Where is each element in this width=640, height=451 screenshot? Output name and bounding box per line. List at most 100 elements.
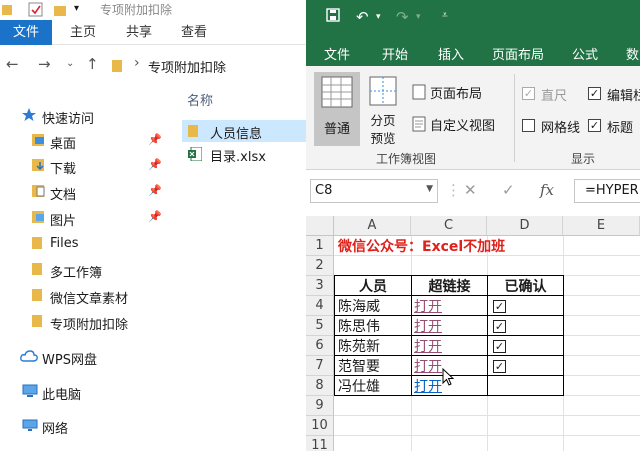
tab-home[interactable]: 主页 (70, 20, 96, 45)
nav-item-wps-drive[interactable]: WPS网盘 (0, 345, 170, 369)
row-header-10[interactable]: 10 (306, 416, 334, 436)
pin-icon[interactable]: 📌 (148, 133, 162, 146)
tab-page-layout[interactable]: 页面布局 (492, 44, 544, 63)
nav-item-desktop[interactable]: 桌面 📌 (0, 129, 170, 153)
cell-hyperlink[interactable]: 打开 (414, 377, 442, 397)
cell-a1-title[interactable]: 微信公众号：Excel不加班 (338, 237, 505, 257)
nav-item-workbooks[interactable]: 多工作簿 (0, 258, 170, 282)
column-header-a[interactable]: A (334, 216, 411, 236)
nav-item-files[interactable]: Files (0, 232, 170, 256)
nav-item-network[interactable]: 网络 (0, 414, 170, 438)
breadcrumb-chevron-icon[interactable]: › (134, 55, 140, 71)
pin-icon[interactable]: 📌 (148, 158, 162, 171)
headings-checkbox[interactable]: ✓ 标题 (588, 116, 640, 136)
cell-hyperlink[interactable]: 打开 (414, 317, 442, 337)
customize-qat-icon[interactable]: ▾ (74, 3, 79, 18)
checkmark-icon[interactable]: ✓ (493, 300, 506, 313)
nav-item-downloads[interactable]: 下载 📌 (0, 154, 170, 178)
column-header-name[interactable]: 名称 (187, 90, 213, 109)
tab-share[interactable]: 共享 (126, 20, 152, 45)
forward-arrow-icon[interactable]: → (38, 55, 51, 73)
tab-start[interactable]: 开始 (382, 44, 408, 63)
address-path[interactable]: 专项附加扣除 (148, 57, 226, 76)
pin-icon[interactable]: 📌 (148, 210, 162, 223)
nav-item-special-deduction[interactable]: 专项附加扣除 (0, 310, 170, 334)
cancel-icon[interactable]: ✕ (464, 181, 477, 199)
tab-view[interactable]: 查看 (181, 20, 207, 45)
row-header-6[interactable]: 6 (306, 336, 334, 356)
gridline (334, 435, 640, 436)
formula-bar-checkbox[interactable]: ✓ 编辑栏 (588, 84, 640, 104)
nav-item-this-pc[interactable]: 此电脑 (0, 380, 170, 404)
formula-input[interactable]: =HYPERLINK( (574, 179, 640, 203)
cell-header-link[interactable]: 超链接 (412, 277, 487, 297)
cell-person-name[interactable]: 范智要 (338, 357, 380, 377)
cell-hyperlink[interactable]: 打开 (414, 357, 442, 377)
up-arrow-icon[interactable]: ↑ (86, 55, 99, 73)
nav-item-documents[interactable]: 文档 📌 (0, 180, 170, 204)
folder-icon[interactable] (2, 2, 12, 17)
cell-person-name[interactable]: 冯仕雄 (338, 377, 380, 397)
custom-views-button[interactable]: 自定义视图 (410, 114, 514, 136)
save-icon[interactable] (326, 8, 340, 26)
tab-file[interactable]: 文件 (0, 20, 52, 45)
tab-data[interactable]: 数 (626, 44, 639, 63)
row-header-8[interactable]: 8 (306, 376, 334, 396)
checkmark-icon[interactable]: ✓ (493, 320, 506, 333)
row-header-4[interactable]: 4 (306, 296, 334, 316)
properties-icon[interactable] (28, 2, 44, 17)
row-header-7[interactable]: 7 (306, 356, 334, 376)
cell-person-name[interactable]: 陈海威 (338, 297, 380, 317)
new-folder-icon[interactable] (54, 2, 66, 17)
cell-person-name[interactable]: 陈思伟 (338, 317, 380, 337)
enter-icon[interactable]: ✓ (502, 181, 515, 199)
column-header-e[interactable]: E (563, 216, 640, 236)
nav-item-wechat-materials[interactable]: 微信文章素材 (0, 284, 170, 308)
downloads-folder-icon (32, 158, 46, 176)
row-header-3[interactable]: 3 (306, 276, 334, 296)
checkmark-icon[interactable]: ✓ (493, 360, 506, 373)
pin-icon[interactable]: 📌 (148, 184, 162, 197)
tab-insert[interactable]: 插入 (438, 44, 464, 63)
gridlines-checkbox[interactable]: 网格线 (522, 116, 584, 136)
back-arrow-icon[interactable]: ← (6, 55, 19, 73)
documents-folder-icon (32, 184, 46, 202)
customize-qat-icon[interactable]: ⩡ (442, 10, 448, 21)
normal-view-button[interactable]: 普通 (314, 72, 360, 146)
checkmark-icon[interactable]: ✓ (493, 340, 506, 353)
page-layout-view-button[interactable]: 页面布局 (410, 82, 510, 104)
row-header-9[interactable]: 9 (306, 396, 334, 416)
redo-dropdown-icon[interactable]: ▾ (416, 12, 421, 22)
undo-dropdown-icon[interactable]: ▾ (376, 12, 381, 22)
select-all-corner[interactable] (306, 216, 334, 236)
nav-item-pictures[interactable]: 图片 📌 (0, 206, 170, 230)
row-header-2[interactable]: 2 (306, 256, 334, 276)
ruler-checkbox[interactable]: ✓ 直尺 (522, 84, 578, 104)
undo-icon[interactable]: ↶ (356, 8, 369, 26)
row-header-11[interactable]: 11 (306, 436, 334, 451)
row-header-1[interactable]: 1 (306, 236, 334, 256)
name-box[interactable]: C8 ▼ (310, 179, 438, 203)
tab-file[interactable]: 文件 (324, 44, 350, 63)
redo-icon[interactable]: ↷ (396, 8, 409, 26)
formula-bar-menu-icon[interactable]: ⋮ (446, 181, 461, 199)
cell-header-person[interactable]: 人员 (335, 277, 411, 297)
page-break-preview-button[interactable]: 分页 预览 (366, 72, 400, 146)
worksheet-grid[interactable]: A C D E 1 2 3 4 5 6 7 8 9 10 11 微信公众号：Excel不加班 人员 … (306, 216, 640, 451)
cell-hyperlink[interactable]: 打开 (414, 337, 442, 357)
tab-formulas[interactable]: 公式 (572, 44, 598, 63)
row-header-5[interactable]: 5 (306, 316, 334, 336)
file-item-xlsx[interactable]: 目录.xlsx (182, 143, 306, 165)
table-border-line (334, 275, 564, 276)
column-header-c[interactable]: C (411, 216, 487, 236)
cell-person-name[interactable]: 陈苑新 (338, 337, 380, 357)
cell-hyperlink[interactable]: 打开 (414, 297, 442, 317)
cell-header-confirmed[interactable]: 已确认 (488, 277, 563, 297)
chevron-down-icon[interactable]: ▼ (426, 184, 433, 194)
insert-function-icon[interactable]: fx (540, 181, 554, 199)
recent-locations-chevron-icon[interactable]: ⌄ (66, 58, 74, 69)
address-bar[interactable]: › 专项附加扣除 (106, 54, 306, 76)
file-item-folder[interactable]: 人员信息 (182, 120, 306, 142)
nav-item-quick-access[interactable]: 快速访问 (0, 104, 170, 128)
column-header-d[interactable]: D (487, 216, 563, 236)
